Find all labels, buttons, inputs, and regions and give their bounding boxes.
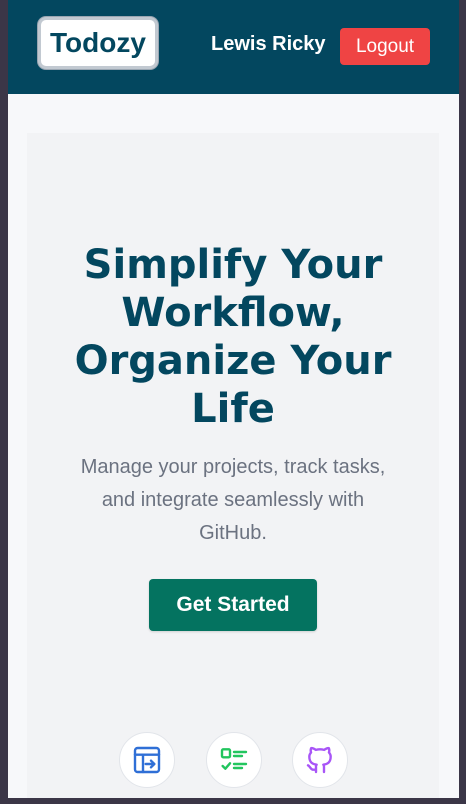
hero-headline: Simplify Your Workflow, Organize Your Li… bbox=[27, 241, 439, 433]
headline-line: Workflow, bbox=[121, 290, 345, 336]
tagline-line: Manage your projects, track tasks, bbox=[80, 456, 386, 478]
hero-tagline: Manage your projects, track tasks, and i… bbox=[63, 451, 403, 550]
tagline-line: and integrate seamlessly with bbox=[101, 489, 365, 511]
tagline-line: GitHub. bbox=[199, 522, 267, 544]
headline-line: Simplify Your bbox=[83, 242, 383, 288]
github-icon bbox=[292, 732, 348, 788]
task-checklist-icon bbox=[206, 732, 262, 788]
username: Lewis Ricky bbox=[211, 33, 326, 55]
app-viewport: Todozy Lewis Ricky Logout Simplify Your … bbox=[8, 0, 459, 798]
hero-section: Simplify Your Workflow, Organize Your Li… bbox=[27, 133, 439, 798]
navbar: Todozy Lewis Ricky Logout bbox=[8, 0, 459, 94]
logo[interactable]: Todozy bbox=[38, 17, 158, 69]
logout-button[interactable]: Logout bbox=[340, 28, 430, 65]
project-board-icon bbox=[119, 732, 175, 788]
headline-line: Organize Your bbox=[74, 338, 392, 384]
get-started-button[interactable]: Get Started bbox=[149, 579, 317, 631]
headline-line: Life bbox=[191, 386, 275, 432]
